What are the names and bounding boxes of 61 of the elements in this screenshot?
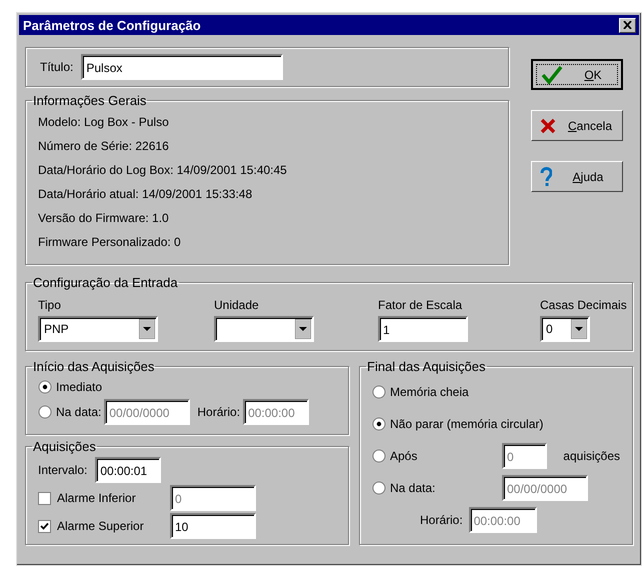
- radio-icon[interactable]: [38, 380, 52, 394]
- alarm-checkbox[interactable]: Alarme Superior: [38, 519, 166, 533]
- radio-icon[interactable]: [372, 449, 386, 463]
- group-title: Início das Aquisições: [32, 359, 156, 374]
- field-label: Casas Decimais: [540, 298, 627, 312]
- dropdown[interactable]: [214, 316, 314, 342]
- time-field[interactable]: 00:00:00: [468, 507, 537, 533]
- radio-option[interactable]: Imediato: [38, 380, 102, 394]
- count-field[interactable]: 0: [502, 443, 548, 469]
- dropdown[interactable]: 0: [540, 316, 590, 342]
- help-button[interactable]: Ajuda: [531, 161, 623, 192]
- title-field[interactable]: Pulsox: [81, 54, 284, 80]
- radio-option[interactable]: Na data:: [372, 481, 502, 495]
- date-field[interactable]: 00/00/0000: [104, 399, 190, 425]
- cancel-button[interactable]: Cancela: [531, 110, 623, 141]
- dropdown-arrow-icon[interactable]: [295, 319, 311, 339]
- info-line: Firmware Personalizado: 0: [38, 234, 182, 251]
- field-label: Fator de Escala: [378, 298, 464, 312]
- title-label: Título:: [40, 60, 74, 74]
- group-title: Aquisições: [32, 439, 97, 454]
- info-line: Número de Série: 22616: [38, 138, 170, 155]
- radio-option[interactable]: Na data:: [38, 405, 102, 419]
- dropdown-arrow-icon[interactable]: [139, 319, 155, 339]
- time-label: Horário:: [197, 405, 240, 419]
- radio-icon[interactable]: [372, 385, 386, 399]
- date-field[interactable]: 00/00/0000: [502, 475, 588, 501]
- close-icon: [623, 21, 632, 29]
- checkmark-icon: [541, 64, 563, 84]
- dropdown[interactable]: PNP: [38, 316, 158, 342]
- interval-field[interactable]: 00:00:01: [95, 457, 162, 483]
- alarm-field[interactable]: 10: [170, 513, 256, 539]
- checkbox-icon[interactable]: [38, 492, 51, 504]
- dropdown-arrow-icon[interactable]: [571, 319, 587, 339]
- checkbox-icon[interactable]: [38, 520, 51, 532]
- field-label: Unidade: [214, 298, 260, 312]
- group-title: Final das Aquisições: [366, 359, 487, 374]
- radio-option[interactable]: Não parar (memória circular): [372, 417, 544, 431]
- alarm-checkbox[interactable]: Alarme Inferior: [38, 491, 166, 505]
- question-mark-icon: [540, 166, 552, 186]
- close-button[interactable]: [619, 18, 636, 32]
- interval-label: Intervalo:: [38, 463, 88, 477]
- group-title: Configuração da Entrada: [32, 275, 179, 290]
- time-field[interactable]: 00:00:00: [243, 399, 310, 425]
- time-label: Horário:: [420, 513, 463, 527]
- radio-icon[interactable]: [372, 417, 386, 431]
- radio-option[interactable]: Após: [372, 449, 502, 463]
- scale-field[interactable]: 1: [378, 316, 468, 342]
- info-line: Versão do Firmware: 1.0: [38, 210, 170, 227]
- cross-icon: [540, 118, 556, 134]
- window-title: Parâmetros de Configuração: [23, 18, 201, 32]
- radio-option[interactable]: Memória cheia: [372, 385, 469, 399]
- suffix-label: aquisições: [563, 449, 620, 463]
- info-line: Modelo: Log Box - Pulso: [38, 114, 170, 131]
- radio-icon[interactable]: [38, 405, 52, 419]
- radio-icon[interactable]: [372, 481, 386, 495]
- alarm-field[interactable]: 0: [170, 485, 256, 511]
- field-label: Tipo: [38, 298, 62, 312]
- group-title: Informações Gerais: [32, 93, 148, 108]
- info-line: Data/Horário do Log Box: 14/09/2001 15:40:45: [38, 162, 288, 179]
- ok-button[interactable]: OK: [531, 59, 623, 90]
- info-line: Data/Horário atual: 14/09/2001 15:33:48: [38, 186, 254, 203]
